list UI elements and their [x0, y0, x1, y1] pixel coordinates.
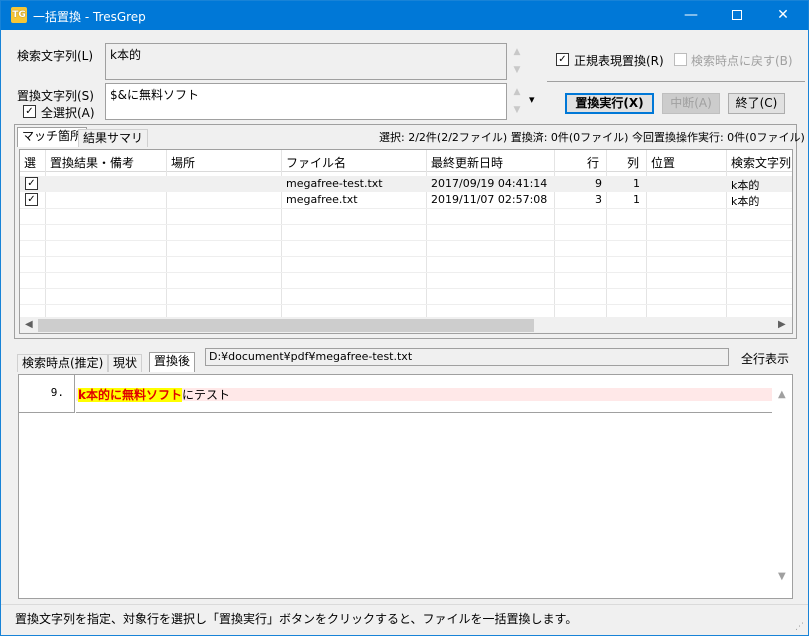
results-table: 選 置換結果・備考 場所 ファイル名 最終更新日時 行 列 位置 検索文字列 ✓…	[19, 149, 793, 334]
row-line: 9	[595, 177, 602, 190]
close-window-button[interactable]: ✕	[760, 1, 806, 30]
replace-spin-down-icon[interactable]: ▼	[508, 103, 526, 117]
table-row[interactable]: ✓ megafree-test.txt 2017/09/19 04:41:14 …	[20, 176, 792, 192]
col-line[interactable]: 行	[555, 154, 603, 171]
maximize-button[interactable]	[714, 1, 760, 30]
restore-label: 検索時点に戻す(B)	[691, 54, 793, 68]
remaining-text: にテスト	[181, 388, 230, 402]
status-bar: 置換文字列を指定、対象行を選択し「置換実行」ボタンをクリックすると、ファイルを一…	[1, 604, 808, 635]
replace-spin-up-icon[interactable]: ▲	[508, 85, 526, 99]
status-text: 置換文字列を指定、対象行を選択し「置換実行」ボタンをクリックすると、ファイルを一…	[15, 612, 578, 626]
row-modified: 2019/11/07 02:57:08	[431, 193, 548, 206]
col-search[interactable]: 検索文字列	[727, 154, 792, 171]
replace-label: 置換文字列(S)	[17, 89, 94, 103]
select-all-checkbox[interactable]: ✓	[23, 105, 36, 118]
row-line: 3	[595, 193, 602, 206]
row-divider	[20, 304, 792, 305]
select-all-label[interactable]: 全選択(A)	[41, 104, 95, 121]
preview-vscrollbar[interactable]: ▲ ▼	[775, 375, 792, 598]
scroll-right-icon[interactable]: ▶	[778, 319, 786, 330]
replace-input[interactable]: $&に無料ソフト	[105, 83, 507, 120]
row-col: 1	[633, 193, 640, 206]
row-filename: megafree.txt	[286, 193, 358, 206]
options-divider	[547, 81, 805, 82]
restore-checkbox[interactable]	[674, 53, 687, 66]
tresgrep-replace-window: TG 一括置換 - TresGrep — ✕ 検索文字列(L) k本的 ▲ ▼ …	[0, 0, 809, 636]
row-divider	[20, 240, 792, 241]
col-modified[interactable]: 最終更新日時	[427, 154, 552, 171]
search-label: 検索文字列(L)	[17, 49, 94, 63]
app-icon: TG	[11, 7, 27, 23]
table-header: 選 置換結果・備考 場所 ファイル名 最終更新日時 行 列 位置 検索文字列	[20, 150, 792, 172]
col-place[interactable]: 場所	[167, 154, 279, 171]
result-summary: 選択: 2/2件(2/2ファイル) 置換済: 0件(0ファイル) 今回置換操作実…	[379, 131, 805, 144]
tab-summary[interactable]: 結果サマリ	[78, 129, 149, 147]
results-hscroll-thumb[interactable]	[38, 319, 534, 332]
row-divider	[20, 256, 792, 257]
resize-grip-icon[interactable]: ⋰	[795, 622, 804, 632]
scroll-up-icon[interactable]: ▲	[778, 389, 786, 400]
row-divider	[20, 224, 792, 225]
tab-matches[interactable]: マッチ箇所	[17, 127, 88, 147]
maximize-icon	[732, 10, 742, 20]
col-filename[interactable]: ファイル名	[282, 154, 422, 171]
row-col: 1	[633, 177, 640, 190]
tab-at-search-time[interactable]: 検索時点(推定)	[17, 354, 109, 372]
preview-viewer[interactable]: 9. k本的に無料ソフトにテスト ▲ ▼	[18, 374, 793, 599]
row-filename: megafree-test.txt	[286, 177, 383, 190]
results-hscrollbar[interactable]: ◀ ▶	[20, 317, 792, 333]
window-title: 一括置換 - TresGrep	[33, 10, 146, 24]
regex-label[interactable]: 正規表現置換(R)	[574, 52, 664, 69]
col-note[interactable]: 置換結果・備考	[46, 154, 166, 171]
scroll-down-icon[interactable]: ▼	[778, 571, 786, 582]
row-divider	[20, 272, 792, 273]
tab-current[interactable]: 現状	[108, 354, 143, 372]
row-search: k本的	[731, 195, 760, 208]
table-row[interactable]: ✓ megafree.txt 2019/11/07 02:57:08 3 1 k…	[20, 192, 792, 208]
close-button[interactable]: 終了(C)	[728, 93, 785, 114]
replace-history-dropdown[interactable]: ▾	[529, 93, 535, 106]
row-search: k本的	[731, 179, 760, 192]
col-position[interactable]: 位置	[647, 154, 725, 171]
search-input[interactable]: k本的	[105, 43, 507, 80]
show-all-lines-toggle[interactable]: 全行表示	[741, 350, 789, 367]
title-bar[interactable]: TG 一括置換 - TresGrep — ✕	[1, 1, 808, 30]
col-select[interactable]: 選	[20, 154, 44, 171]
col-col[interactable]: 列	[607, 154, 643, 171]
row-checkbox[interactable]: ✓	[25, 177, 38, 190]
scroll-left-icon[interactable]: ◀	[25, 319, 33, 330]
search-spin-up-icon[interactable]: ▲	[508, 45, 526, 59]
row-divider	[20, 288, 792, 289]
abort-button[interactable]: 中断(A)	[662, 93, 720, 114]
row-modified: 2017/09/19 04:41:14	[431, 177, 548, 190]
row-checkbox[interactable]: ✓	[25, 193, 38, 206]
replaced-text: k本的に無料ソフト	[78, 388, 182, 402]
tab-after-replace[interactable]: 置換後	[149, 352, 196, 372]
preview-line-text: k本的に無料ソフトにテスト	[78, 386, 230, 403]
execute-replace-button[interactable]: 置換実行(X)	[565, 93, 654, 114]
regex-checkbox[interactable]: ✓	[556, 53, 569, 66]
preview-file-path: D:¥document¥pdf¥megafree-test.txt	[205, 348, 729, 366]
preview-line: k本的に無料ソフトにテスト	[76, 375, 772, 413]
row-divider	[20, 208, 792, 209]
preview-line-number: 9.	[19, 375, 75, 413]
minimize-button[interactable]: —	[668, 1, 714, 30]
search-spin-down-icon[interactable]: ▼	[508, 63, 526, 77]
